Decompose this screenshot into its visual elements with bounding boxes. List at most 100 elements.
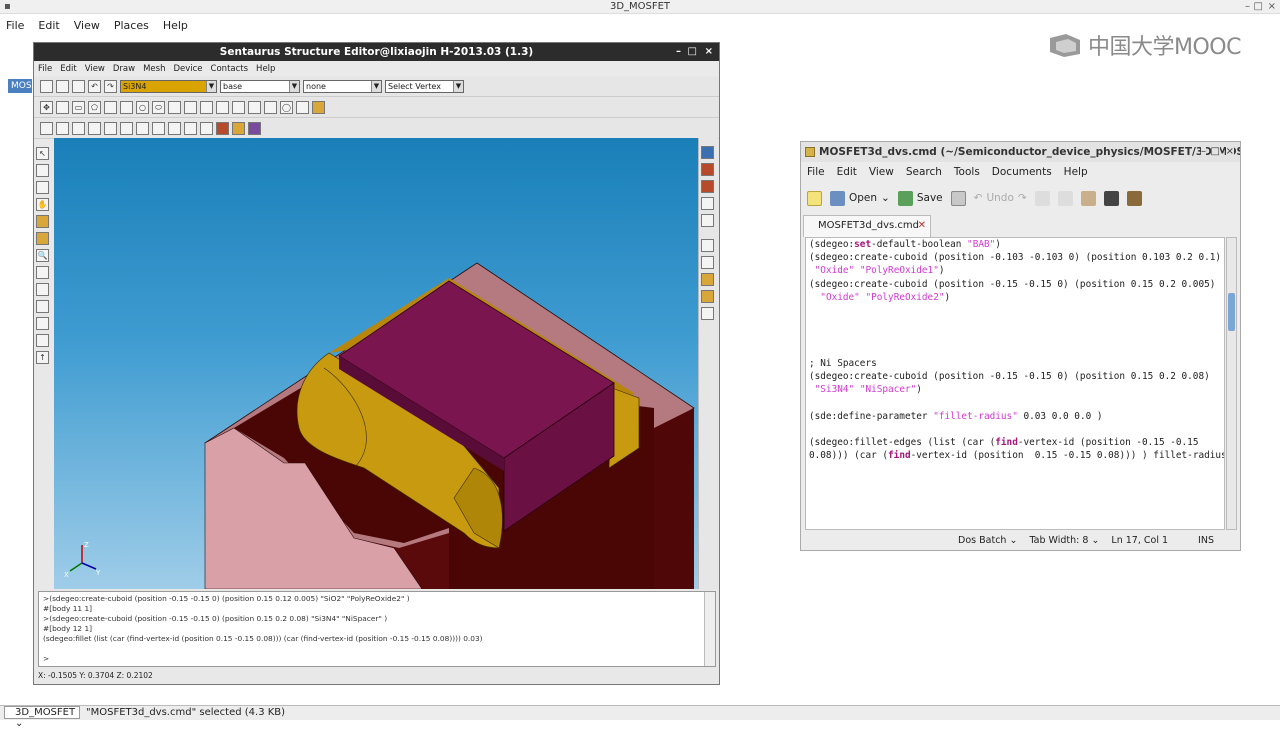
axis-view-icon[interactable]: [36, 334, 49, 347]
material-select[interactable]: Si3N4 ▼: [120, 80, 217, 93]
region-list-icon[interactable]: [701, 163, 714, 176]
cone-icon[interactable]: [296, 101, 309, 114]
sse-menu-contacts[interactable]: Contacts: [211, 62, 249, 76]
palette-icon[interactable]: [248, 122, 261, 135]
menu-edit[interactable]: Edit: [38, 16, 59, 36]
render-4-icon[interactable]: [701, 290, 714, 303]
zoom-window-icon[interactable]: [36, 164, 49, 177]
tab-close-icon[interactable]: ✕: [918, 216, 926, 236]
redo-arrow-icon[interactable]: ↷: [1018, 192, 1027, 204]
save-icon[interactable]: [72, 80, 85, 93]
render-3-icon[interactable]: [701, 273, 714, 286]
sse-close-icon[interactable]: ×: [705, 43, 713, 61]
sphere-icon[interactable]: ◯: [280, 101, 293, 114]
menu-view[interactable]: View: [74, 16, 100, 36]
edges-icon[interactable]: [168, 122, 181, 135]
boolean-mode-select[interactable]: none ▼: [303, 80, 382, 93]
sse-menu-view[interactable]: View: [85, 62, 105, 76]
rectangle-icon[interactable]: ▭: [72, 101, 85, 114]
gedit-menu-file[interactable]: File: [807, 163, 825, 181]
selected-file-tag[interactable]: MOSF: [8, 79, 32, 93]
tab-mosfet3d-dvs[interactable]: MOSFET3d_dvs.cmd ✕: [803, 215, 931, 237]
find-replace-icon[interactable]: [1126, 190, 1142, 206]
sse-menu-file[interactable]: File: [38, 62, 52, 76]
sse-menu-draw[interactable]: Draw: [113, 62, 135, 76]
selection-mode-select[interactable]: Select Vertex ▼: [385, 80, 464, 93]
chevron-down-icon[interactable]: ⌄: [881, 192, 890, 204]
chamfer-icon[interactable]: [216, 101, 229, 114]
sse-menu-device[interactable]: Device: [173, 62, 202, 76]
render-2-icon[interactable]: [701, 256, 714, 269]
new-document-icon[interactable]: [807, 190, 822, 206]
color-map-icon[interactable]: [701, 146, 714, 159]
extrude-icon[interactable]: [232, 101, 245, 114]
view-bottom-icon[interactable]: [88, 122, 101, 135]
yz-view-icon[interactable]: [36, 283, 49, 296]
rotate-icon[interactable]: [56, 101, 69, 114]
cut-icon[interactable]: [1034, 190, 1050, 206]
new-icon[interactable]: [40, 80, 53, 93]
gedit-menu-tools[interactable]: Tools: [954, 163, 980, 181]
torus-icon[interactable]: [312, 101, 325, 114]
gedit-menu-edit[interactable]: Edit: [837, 163, 857, 181]
view-iso-icon[interactable]: [104, 122, 117, 135]
paste-icon[interactable]: [1080, 190, 1096, 206]
sse-menu-mesh[interactable]: Mesh: [143, 62, 165, 76]
region-mode-select[interactable]: base ▼: [220, 80, 300, 93]
polygon-icon[interactable]: ⬠: [88, 101, 101, 114]
console-scrollbar[interactable]: [704, 592, 715, 666]
close-icon[interactable]: ×: [1268, 0, 1276, 13]
redo-icon[interactable]: ↷: [104, 80, 117, 93]
faces-icon[interactable]: [184, 122, 197, 135]
taskbar-button-3d-mosfet[interactable]: 3D_MOSFET ⌄: [4, 706, 80, 729]
tab-width-select[interactable]: Tab Width: 8 ⌄: [1029, 531, 1099, 551]
open-button[interactable]: Open ⌄: [830, 190, 890, 206]
pan-hand-icon[interactable]: ✋: [36, 198, 49, 211]
shade-icon[interactable]: [152, 122, 165, 135]
sse-minimize-icon[interactable]: –: [676, 43, 681, 61]
columns-icon[interactable]: [200, 122, 213, 135]
menu-places[interactable]: Places: [114, 16, 149, 36]
copy-icon[interactable]: [1057, 190, 1073, 206]
merge-icon[interactable]: [184, 101, 197, 114]
render-5-icon[interactable]: [701, 307, 714, 320]
maximize-icon[interactable]: □: [1254, 0, 1263, 13]
xy-view-icon[interactable]: [36, 266, 49, 279]
print-icon[interactable]: [950, 190, 966, 206]
sse-menu-help[interactable]: Help: [256, 62, 275, 76]
view-front-icon[interactable]: [40, 122, 53, 135]
split-icon[interactable]: [168, 101, 181, 114]
gedit-menu-view[interactable]: View: [869, 163, 894, 181]
grid-icon[interactable]: [120, 122, 133, 135]
select-pointer-icon[interactable]: ↖: [36, 147, 49, 160]
gedit-menu-documents[interactable]: Documents: [992, 163, 1052, 181]
zoom-in-icon[interactable]: [36, 181, 49, 194]
region-color-icon[interactable]: [216, 122, 229, 135]
gedit-maximize-icon[interactable]: □: [1210, 142, 1220, 162]
xz-view-icon[interactable]: [36, 300, 49, 313]
cut-plane-icon[interactable]: [701, 214, 714, 227]
gedit-minimize-icon[interactable]: –: [1201, 142, 1206, 162]
menu-file[interactable]: File: [6, 16, 24, 36]
sse-maximize-icon[interactable]: □: [688, 43, 697, 61]
cuboid-icon[interactable]: [120, 101, 133, 114]
material-list-icon[interactable]: [701, 180, 714, 193]
minimize-icon[interactable]: –: [1245, 0, 1250, 13]
scroll-thumb[interactable]: [1228, 293, 1235, 331]
save-button[interactable]: Save: [897, 190, 943, 206]
view-back-icon[interactable]: [56, 122, 69, 135]
gedit-close-icon[interactable]: ×: [1225, 142, 1234, 162]
grid-view-icon[interactable]: [36, 232, 49, 245]
ruler-icon[interactable]: [104, 101, 117, 114]
sweep-icon[interactable]: [248, 101, 261, 114]
open-icon[interactable]: [56, 80, 69, 93]
magnifier-icon[interactable]: 🔍: [36, 249, 49, 262]
iso-view-icon[interactable]: [36, 317, 49, 330]
console-prompt[interactable]: >: [43, 654, 711, 664]
language-mode-select[interactable]: Dos Batch ⌄: [958, 531, 1017, 551]
move-icon[interactable]: ✥: [40, 101, 53, 114]
up-view-icon[interactable]: ↑: [36, 351, 49, 364]
undo-icon[interactable]: ↶: [88, 80, 101, 93]
clip-icon[interactable]: [701, 197, 714, 210]
menu-help[interactable]: Help: [163, 16, 188, 36]
